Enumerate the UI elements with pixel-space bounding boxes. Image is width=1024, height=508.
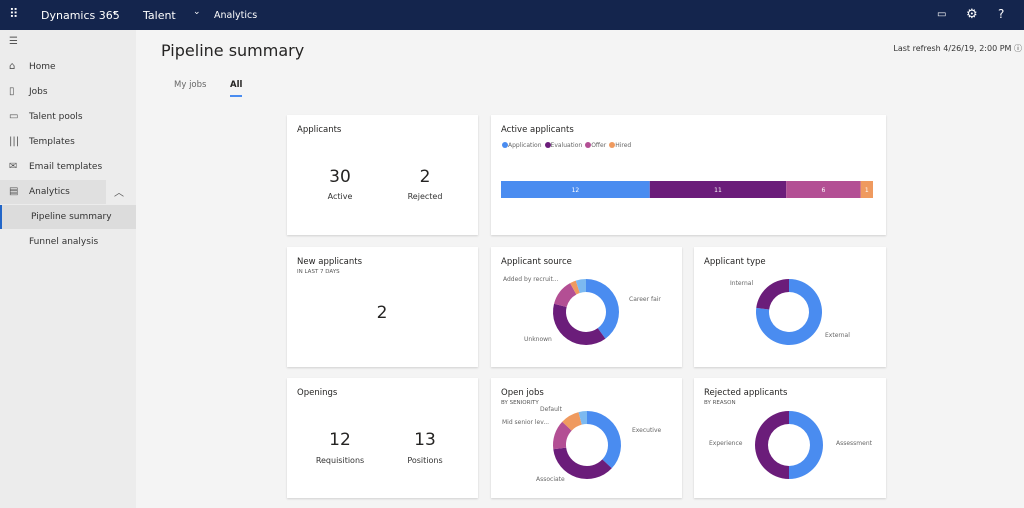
- gear-icon[interactable]: ⚙: [966, 7, 978, 22]
- last-refresh: Last refresh 4/26/19, 2:00 PM ⓘ: [893, 44, 1022, 53]
- openings-card[interactable]: Openings 12 Requisitions 13 Positions: [287, 378, 478, 498]
- sidebar-item-talent-pools[interactable]: ▭ Talent pools: [0, 105, 136, 129]
- slice-label: Mid senior lev...: [502, 419, 550, 426]
- active-label: Active: [327, 192, 353, 201]
- donut-slice[interactable]: [586, 279, 619, 339]
- donut-slice[interactable]: [553, 447, 612, 479]
- sidebar-item-templates[interactable]: ||| Templates: [0, 130, 136, 154]
- sidebar-item-email-templates[interactable]: ✉ Email templates: [0, 155, 136, 179]
- module-name[interactable]: Talent: [143, 9, 176, 22]
- data-label: 12: [572, 187, 580, 194]
- donut-slice[interactable]: [756, 279, 789, 310]
- sidebar-item-label: Pipeline summary: [31, 212, 112, 222]
- talent-pools-icon: ▭: [9, 111, 19, 122]
- donut-slice[interactable]: [587, 411, 621, 469]
- active-applicants-card[interactable]: Active applicants Application Evaluation O…: [491, 115, 886, 235]
- positions-label: Positions: [407, 456, 443, 465]
- donut-chart: [756, 279, 822, 345]
- slice-label: Internal: [730, 280, 754, 287]
- mail-icon: ✉: [9, 161, 18, 172]
- sidebar-item-label: Talent pools: [29, 112, 83, 122]
- section-name: Analytics: [214, 10, 258, 21]
- sidebar-item-label: Jobs: [29, 87, 48, 97]
- collapse-menu-button[interactable]: ☰: [0, 30, 136, 54]
- slice-label: Career fair: [629, 296, 661, 303]
- donut-slice[interactable]: [553, 303, 606, 345]
- slice-label: Default: [540, 406, 562, 413]
- sidebar-item-label: Templates: [29, 137, 75, 147]
- new-applicants-card[interactable]: New applicants IN LAST 7 DAYS 2: [287, 247, 478, 367]
- chat-icon[interactable]: ▭: [937, 9, 946, 20]
- requisitions-label: Requisitions: [315, 456, 365, 465]
- slice-label: Unknown: [524, 336, 552, 343]
- sidebar-item-label: Home: [29, 62, 56, 72]
- page-title: Pipeline summary: [161, 41, 305, 60]
- sidebar-item-funnel-analysis[interactable]: Funnel analysis: [0, 230, 136, 254]
- rejected-label: Rejected: [407, 192, 443, 201]
- templates-icon: |||: [9, 136, 20, 147]
- donut-chart: [553, 411, 621, 479]
- chevron-up-icon[interactable]: ︿: [114, 184, 124, 199]
- requisitions-count: 12: [329, 430, 351, 450]
- chevron-down-icon[interactable]: ⌄: [111, 7, 119, 17]
- slice-label: Assessment: [836, 440, 872, 447]
- data-label: 6: [821, 187, 825, 194]
- info-icon[interactable]: ⓘ: [1014, 44, 1022, 53]
- home-icon: ⌂: [9, 61, 16, 72]
- rejected-applicants-card[interactable]: Rejected applicants BY REASON Assessment…: [694, 378, 886, 498]
- sidebar-item-jobs[interactable]: ▯ Jobs: [0, 80, 136, 104]
- tab-my-jobs[interactable]: My jobs: [174, 80, 206, 90]
- sidebar-item-analytics[interactable]: ▤ Analytics: [0, 180, 106, 204]
- slice-label: Associate: [536, 476, 565, 483]
- applicant-source-card[interactable]: Applicant source Career fair Unknown Add…: [491, 247, 682, 367]
- analytics-icon: ▤: [9, 186, 19, 197]
- help-icon[interactable]: ?: [998, 7, 1004, 21]
- app-name[interactable]: Dynamics 365: [41, 9, 120, 22]
- sidebar-item-label: Email templates: [29, 162, 103, 172]
- slice-label: External: [825, 332, 850, 339]
- stacked-bar-chart: 12 11 6 1: [501, 181, 873, 198]
- data-label: 11: [714, 187, 722, 194]
- slice-label: Executive: [632, 427, 662, 434]
- rejected-count: 2: [419, 167, 431, 187]
- donut-chart: [553, 279, 619, 345]
- sidebar-item-label: Funnel analysis: [29, 237, 99, 247]
- new-applicants-count: 2: [376, 303, 388, 323]
- sidebar-item-label: Analytics: [29, 187, 70, 197]
- applicants-card[interactable]: Applicants 30 Active 2 Rejected: [287, 115, 478, 235]
- sidebar-item-pipeline-summary[interactable]: Pipeline summary: [0, 205, 136, 229]
- chevron-down-icon[interactable]: ⌄: [193, 7, 201, 17]
- card-subtitle: IN LAST 7 DAYS: [297, 269, 340, 275]
- slice-label: Experience: [709, 440, 743, 447]
- waffle-icon[interactable]: ⠿: [9, 7, 19, 22]
- sidebar-item-home[interactable]: ⌂ Home: [0, 55, 136, 79]
- donut-slice[interactable]: [755, 411, 789, 479]
- slice-label: Added by recruit...: [503, 276, 559, 283]
- tab-all[interactable]: All: [230, 80, 243, 97]
- open-jobs-card[interactable]: Open jobs BY SENIORITY Executive Associa…: [491, 378, 682, 498]
- positions-count: 13: [414, 430, 436, 450]
- data-label: 1: [865, 187, 869, 194]
- card-title: New applicants: [297, 257, 362, 267]
- donut-chart: [755, 411, 823, 479]
- sidebar: ☰ ⌂ Home ▯ Jobs ▭ Talent pools ||| Templates…: [0, 30, 136, 508]
- card-title: Openings: [297, 388, 338, 398]
- donut-slice[interactable]: [789, 411, 823, 479]
- top-bar: ⠿ Dynamics 365 ⌄ Talent ⌄ Analytics ▭ ⚙ …: [0, 0, 1024, 30]
- active-count: 30: [329, 167, 351, 187]
- jobs-icon: ▯: [9, 86, 15, 97]
- card-title: Applicants: [297, 125, 342, 135]
- applicant-type-card[interactable]: Applicant type External Internal: [694, 247, 886, 367]
